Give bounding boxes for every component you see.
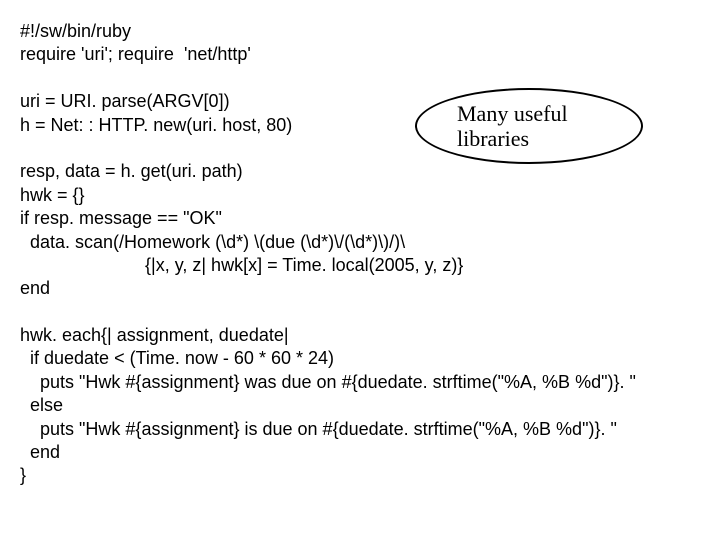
code-line: } <box>20 465 26 485</box>
callout-text: Many useful libraries <box>457 101 641 152</box>
code-line: if duedate < (Time. now - 60 * 60 * 24) <box>20 348 334 368</box>
code-line: hwk. each{| assignment, duedate| <box>20 325 289 345</box>
code-line: #!/sw/bin/ruby <box>20 21 131 41</box>
code-line: h = Net: : HTTP. new(uri. host, 80) <box>20 115 292 135</box>
code-line: end <box>20 278 50 298</box>
ruby-code: #!/sw/bin/ruby require 'uri'; require 'n… <box>20 20 700 488</box>
code-line: if resp. message == "OK" <box>20 208 222 228</box>
code-line: require 'uri'; require 'net/http' <box>20 44 251 64</box>
code-line: resp, data = h. get(uri. path) <box>20 161 243 181</box>
code-line: else <box>20 395 63 415</box>
callout-oval: Many useful libraries <box>415 88 643 164</box>
code-line: hwk = {} <box>20 185 85 205</box>
code-line: puts "Hwk #{assignment} is due on #{dued… <box>20 419 617 439</box>
code-line: uri = URI. parse(ARGV[0]) <box>20 91 230 111</box>
code-line: {|x, y, z| hwk[x] = Time. local(2005, y,… <box>20 255 463 275</box>
code-line: puts "Hwk #{assignment} was due on #{due… <box>20 372 636 392</box>
code-line: end <box>20 442 60 462</box>
code-line: data. scan(/Homework (\d*) \(due (\d*)\/… <box>20 232 405 252</box>
